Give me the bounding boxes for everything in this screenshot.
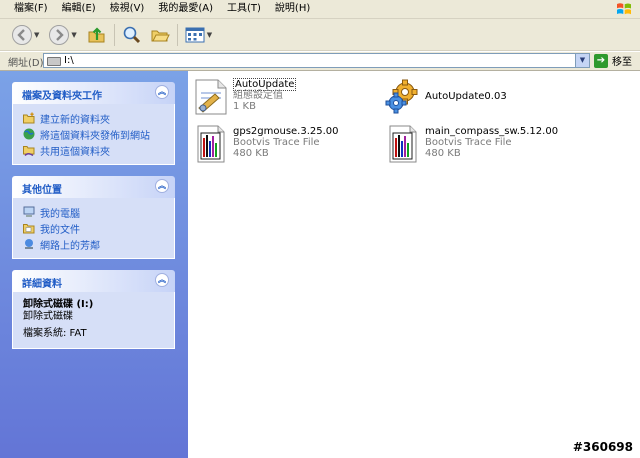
views-button[interactable] xyxy=(181,21,209,49)
bootvis-file-icon xyxy=(197,125,225,163)
other-places-header[interactable]: 其他位置 ︽ xyxy=(12,176,175,198)
folders-icon xyxy=(151,30,170,41)
my-computer-link[interactable]: 我的電腦 xyxy=(23,204,174,220)
publish-web-link[interactable]: 將這個資料夾發佈到網站 xyxy=(23,126,174,142)
windows-logo-icon xyxy=(617,3,631,15)
details-header[interactable]: 詳細資料 ︽ xyxy=(12,270,175,292)
file-name: main_compass_sw.5.12.00 xyxy=(425,126,559,137)
gears-exe-icon xyxy=(385,79,418,114)
address-bar: 網址(D) I:\ ▼ ➔ 移至 xyxy=(0,52,640,71)
search-button[interactable] xyxy=(118,21,146,49)
up-folder-icon xyxy=(88,26,105,42)
file-tasks-header[interactable]: 檔案及資料夾工作 ︽ xyxy=(12,82,175,104)
address-dropdown-icon[interactable]: ▼ xyxy=(575,54,589,67)
menu-edit[interactable]: 編輯(E) xyxy=(55,0,103,18)
drive-type: 卸除式磁碟 xyxy=(23,311,73,322)
folders-button[interactable] xyxy=(146,21,174,49)
config-file-icon xyxy=(195,79,227,115)
file-size: 480 KB xyxy=(425,148,461,159)
toolbar-separator xyxy=(176,23,178,46)
views-dropdown-icon[interactable]: ▼ xyxy=(207,31,212,39)
file-type: Bootvis Trace File xyxy=(233,137,320,148)
link-label: 網路上的芳鄰 xyxy=(40,240,100,252)
go-button[interactable]: ➔ 移至 xyxy=(594,53,632,68)
file-name: AutoUpdate xyxy=(233,78,297,91)
file-tasks-body: 建立新的資料夾 將這個資料夾發佈到網站 共用這個資料夾 xyxy=(12,104,175,165)
file-system: 檔案系統: FAT xyxy=(23,328,87,339)
menu-bar: 檔案(F) 編輯(E) 檢視(V) 我的最愛(A) 工具(T) 說明(H) xyxy=(0,0,640,19)
details-panel: 詳細資料 ︽ 卸除式磁碟 (I:) 卸除式磁碟 檔案系統: FAT xyxy=(12,270,175,349)
network-icon xyxy=(25,239,33,249)
share-folder-link[interactable]: 共用這個資料夾 xyxy=(23,142,174,158)
globe-icon xyxy=(23,128,35,140)
file-item[interactable]: AutoUpdate0.03 xyxy=(385,78,507,116)
new-folder-icon xyxy=(23,112,35,124)
toolbar: ▼ ▼ ▼ xyxy=(0,19,640,51)
up-button[interactable] xyxy=(83,21,111,49)
new-folder-link[interactable]: 建立新的資料夾 xyxy=(23,110,174,126)
watermark-text: #360698 xyxy=(572,440,633,454)
details-body: 卸除式磁碟 (I:) 卸除式磁碟 檔案系統: FAT xyxy=(12,292,175,349)
task-pane: 檔案及資料夾工作 ︽ 建立新的資料夾 將這個資料夾發佈到網站 共用這個資料夾 其… xyxy=(0,71,188,458)
file-tasks-panel: 檔案及資料夾工作 ︽ 建立新的資料夾 將這個資料夾發佈到網站 共用這個資料夾 xyxy=(12,82,175,165)
link-label: 共用這個資料夾 xyxy=(40,146,110,158)
address-value: I:\ xyxy=(64,55,74,66)
file-text: AutoUpdate 組態設定值 1 KB xyxy=(233,78,297,116)
drive-icon xyxy=(47,57,61,66)
menu-tools[interactable]: 工具(T) xyxy=(220,0,268,18)
file-text: AutoUpdate0.03 xyxy=(425,91,507,116)
computer-icon xyxy=(23,206,35,217)
menu-favorites[interactable]: 我的最愛(A) xyxy=(151,0,220,18)
network-places-link[interactable]: 網路上的芳鄰 xyxy=(23,236,174,252)
panel-title: 檔案及資料夾工作 xyxy=(22,91,102,102)
toolbar-separator xyxy=(113,23,115,46)
forward-dropdown-icon[interactable]: ▼ xyxy=(71,31,76,39)
link-label: 我的文件 xyxy=(40,224,80,236)
collapse-icon[interactable]: ︽ xyxy=(155,179,169,193)
shared-folder-icon xyxy=(23,146,35,156)
file-type: Bootvis Trace File xyxy=(425,137,512,148)
link-label: 我的電腦 xyxy=(40,208,80,220)
address-input[interactable]: I:\ ▼ xyxy=(43,53,590,68)
back-button[interactable] xyxy=(8,21,36,49)
bootvis-file-icon xyxy=(389,125,417,163)
file-text: gps2gmouse.3.25.00 Bootvis Trace File 48… xyxy=(233,126,339,163)
file-item[interactable]: AutoUpdate 組態設定值 1 KB xyxy=(193,78,297,116)
other-places-panel: 其他位置 ︽ 我的電腦 我的文件 網路上的芳鄰 xyxy=(12,176,175,259)
file-type: 組態設定值 xyxy=(233,90,283,101)
file-size: 1 KB xyxy=(233,101,256,112)
search-icon xyxy=(123,26,140,43)
forward-icon xyxy=(49,24,70,45)
documents-folder-icon xyxy=(23,224,35,234)
file-item[interactable]: gps2gmouse.3.25.00 Bootvis Trace File 48… xyxy=(193,125,339,163)
go-arrow-icon: ➔ xyxy=(594,53,608,68)
address-label: 網址(D) xyxy=(8,58,44,69)
go-label: 移至 xyxy=(612,57,632,68)
link-label: 建立新的資料夾 xyxy=(40,114,110,126)
panel-title: 詳細資料 xyxy=(22,279,62,290)
panel-title: 其他位置 xyxy=(22,185,62,196)
my-documents-link[interactable]: 我的文件 xyxy=(23,220,174,236)
forward-button[interactable] xyxy=(45,21,73,49)
file-name: gps2gmouse.3.25.00 xyxy=(233,126,339,137)
other-places-body: 我的電腦 我的文件 網路上的芳鄰 xyxy=(12,198,175,259)
collapse-icon[interactable]: ︽ xyxy=(155,85,169,99)
menu-file[interactable]: 檔案(F) xyxy=(0,0,55,18)
file-item[interactable]: main_compass_sw.5.12.00 Bootvis Trace Fi… xyxy=(385,125,558,163)
back-dropdown-icon[interactable]: ▼ xyxy=(34,31,39,39)
file-size: 480 KB xyxy=(233,148,269,159)
link-label: 將這個資料夾發佈到網站 xyxy=(40,130,150,142)
menu-view[interactable]: 檢視(V) xyxy=(103,0,152,18)
drive-name: 卸除式磁碟 (I:) xyxy=(23,299,94,310)
collapse-icon[interactable]: ︽ xyxy=(155,273,169,287)
menu-help[interactable]: 說明(H) xyxy=(268,0,317,18)
back-icon xyxy=(12,24,32,45)
file-name: AutoUpdate0.03 xyxy=(425,91,507,102)
file-text: main_compass_sw.5.12.00 Bootvis Trace Fi… xyxy=(425,126,558,163)
views-icon xyxy=(185,27,205,42)
